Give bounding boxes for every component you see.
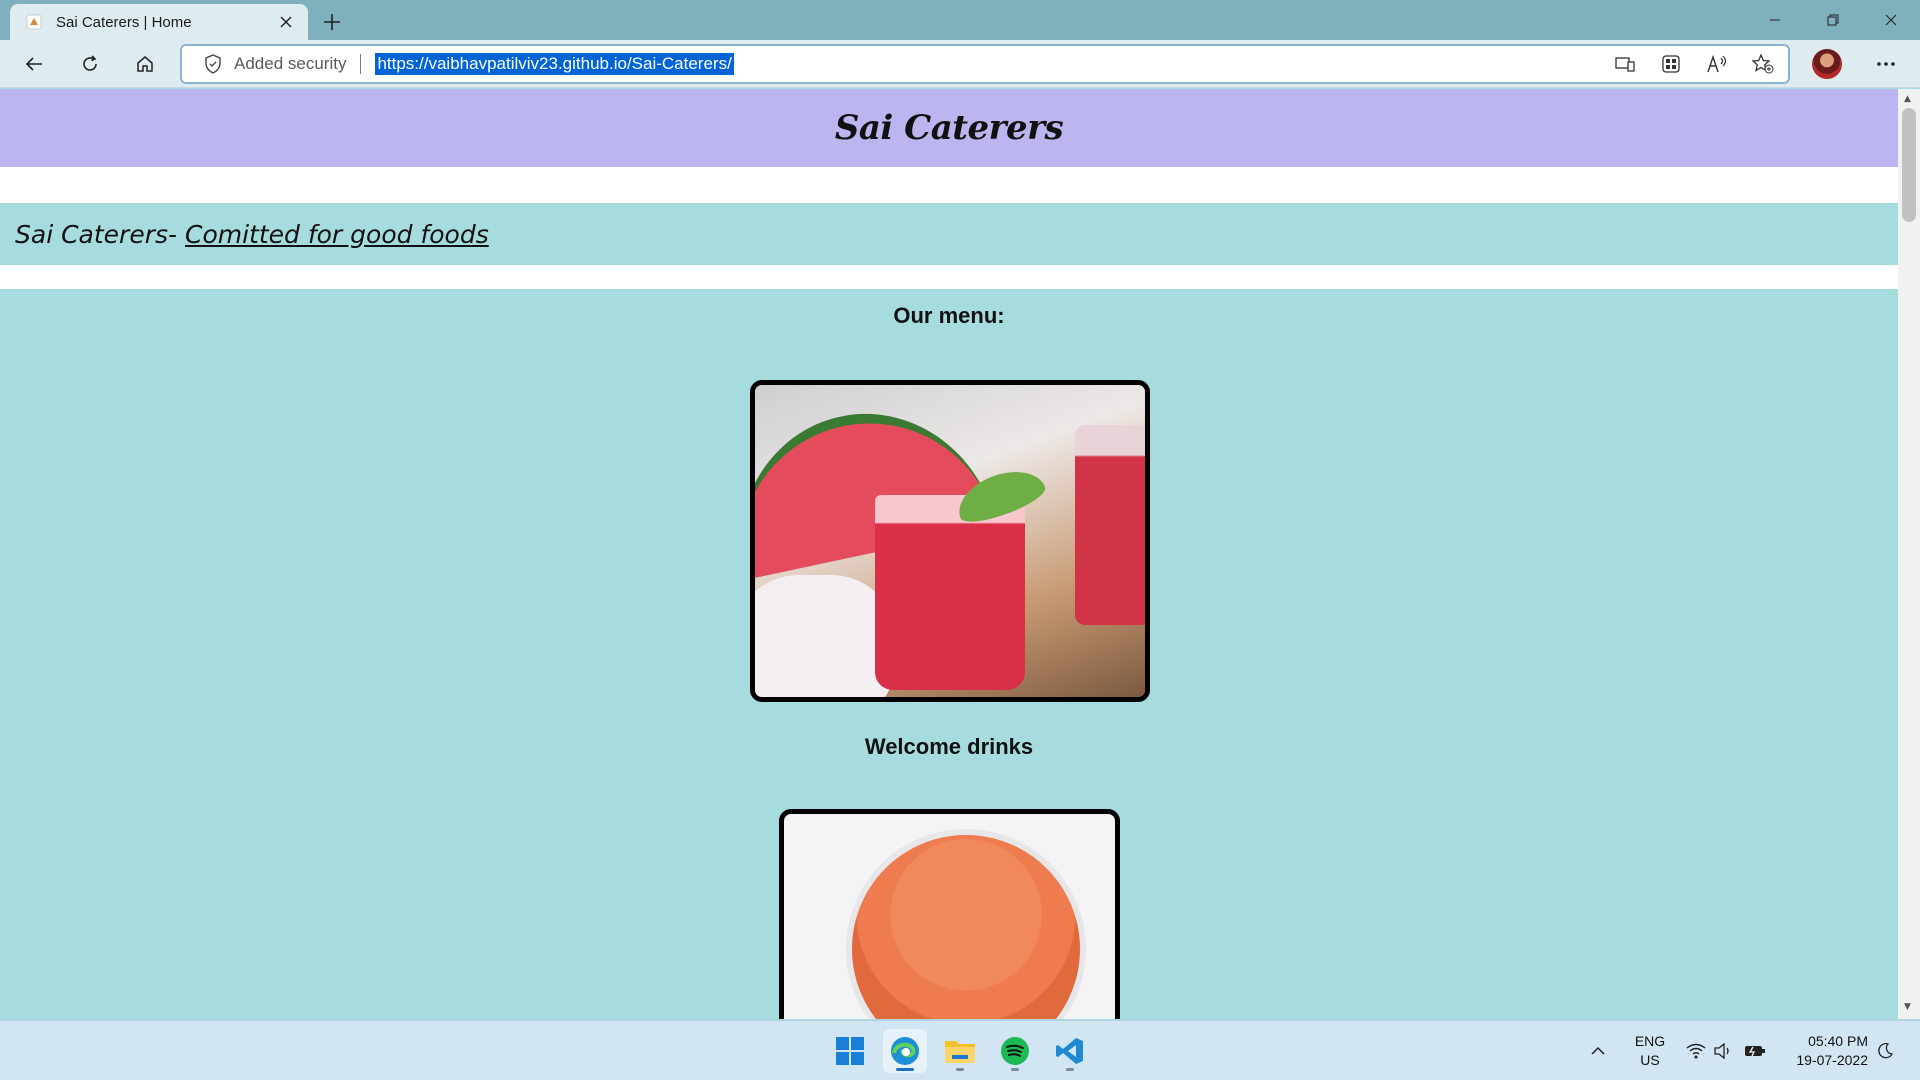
home-button[interactable] [127, 46, 163, 82]
tab-strip: Sai Caterers | Home [0, 0, 1920, 40]
read-aloud-icon[interactable] [1702, 49, 1732, 79]
language-code: ENG [1634, 1033, 1666, 1049]
scroll-down-arrow-icon[interactable]: ▼ [1904, 1002, 1911, 1012]
language-indicator[interactable]: ENG US [1630, 1032, 1670, 1070]
juice-glass [846, 829, 1086, 1019]
minimize-button[interactable] [1746, 0, 1804, 40]
battery-icon[interactable] [1744, 1021, 1766, 1080]
tagline-prefix: Sai Caterers- [15, 219, 185, 249]
tagline-bar: Sai Caterers- Comitted for good foods [0, 203, 1898, 265]
wifi-icon[interactable] [1686, 1021, 1706, 1080]
close-window-button[interactable] [1862, 0, 1920, 40]
region-code: US [1640, 1052, 1660, 1068]
add-favorite-icon[interactable] [1748, 49, 1778, 79]
page-viewport: Sai Caterers Sai Caterers- Comitted for … [0, 89, 1898, 1019]
system-clock[interactable]: 05:40 PM 19-07-2022 [1778, 1032, 1868, 1070]
shield-icon[interactable] [202, 53, 224, 75]
address-bar-actions [1610, 46, 1778, 82]
running-indicator [1011, 1068, 1019, 1071]
window-controls [1746, 0, 1920, 40]
menu-section: Our menu: Welcome drinks [0, 289, 1898, 1019]
close-tab-icon[interactable] [274, 10, 298, 34]
new-tab-button[interactable] [316, 6, 348, 38]
site-header: Sai Caterers [0, 89, 1898, 167]
restore-button[interactable] [1804, 0, 1862, 40]
site-title: Sai Caterers [834, 108, 1064, 148]
running-indicator [1066, 1068, 1074, 1071]
tab-title: Sai Caterers | Home [56, 13, 192, 31]
tagline-link[interactable]: Comitted for good foods [185, 220, 489, 249]
spacer [0, 167, 1898, 203]
refresh-button[interactable] [72, 46, 108, 82]
windows-start-icon[interactable] [828, 1029, 872, 1073]
more-menu-icon[interactable] [1868, 46, 1904, 82]
spacer [0, 265, 1898, 289]
scrollbar-thumb[interactable] [1902, 108, 1916, 222]
menu-heading: Our menu: [893, 303, 1005, 328]
clock-time: 05:40 PM [1808, 1033, 1868, 1049]
site-favicon-icon [24, 12, 44, 32]
scroll-up-arrow-icon[interactable]: ▲ [1904, 94, 1911, 104]
welcome-drinks-image [750, 380, 1150, 702]
file-explorer-icon[interactable] [938, 1029, 982, 1073]
taskbar: ENG US 05:40 PM 19-07-2022 [0, 1020, 1920, 1080]
edge-icon[interactable] [883, 1029, 927, 1073]
back-button[interactable] [16, 46, 52, 82]
tagline: Sai Caterers- Comitted for good foods [15, 220, 489, 249]
spotify-icon[interactable] [993, 1029, 1037, 1073]
browser-tab[interactable]: Sai Caterers | Home [10, 4, 308, 40]
focus-assist-icon[interactable] [1876, 1021, 1894, 1080]
app-available-icon[interactable] [1610, 49, 1640, 79]
juice-image [779, 809, 1120, 1019]
running-indicator [956, 1068, 964, 1071]
active-indicator [896, 1068, 914, 1071]
address-separator [360, 54, 362, 74]
show-hidden-icons-button[interactable] [1590, 1021, 1606, 1080]
menu-item-caption: Welcome drinks [864, 734, 1034, 759]
drink-glass-back [1075, 425, 1145, 625]
security-label[interactable]: Added security [234, 54, 346, 74]
scrollbar[interactable] [1898, 89, 1920, 1019]
napkin [755, 575, 895, 697]
drink-glass [875, 495, 1025, 690]
address-bar[interactable]: Added security https://vaibhavpatilviv23… [180, 44, 1790, 84]
url-text[interactable]: https://vaibhavpatilviv23.github.io/Sai-… [375, 53, 734, 75]
browser-toolbar: Added security https://vaibhavpatilviv23… [0, 40, 1920, 88]
vscode-icon[interactable] [1048, 1029, 1092, 1073]
clock-date: 19-07-2022 [1796, 1052, 1868, 1068]
profile-avatar[interactable] [1812, 49, 1842, 79]
extensions-icon[interactable] [1656, 49, 1686, 79]
volume-icon[interactable] [1714, 1021, 1732, 1080]
